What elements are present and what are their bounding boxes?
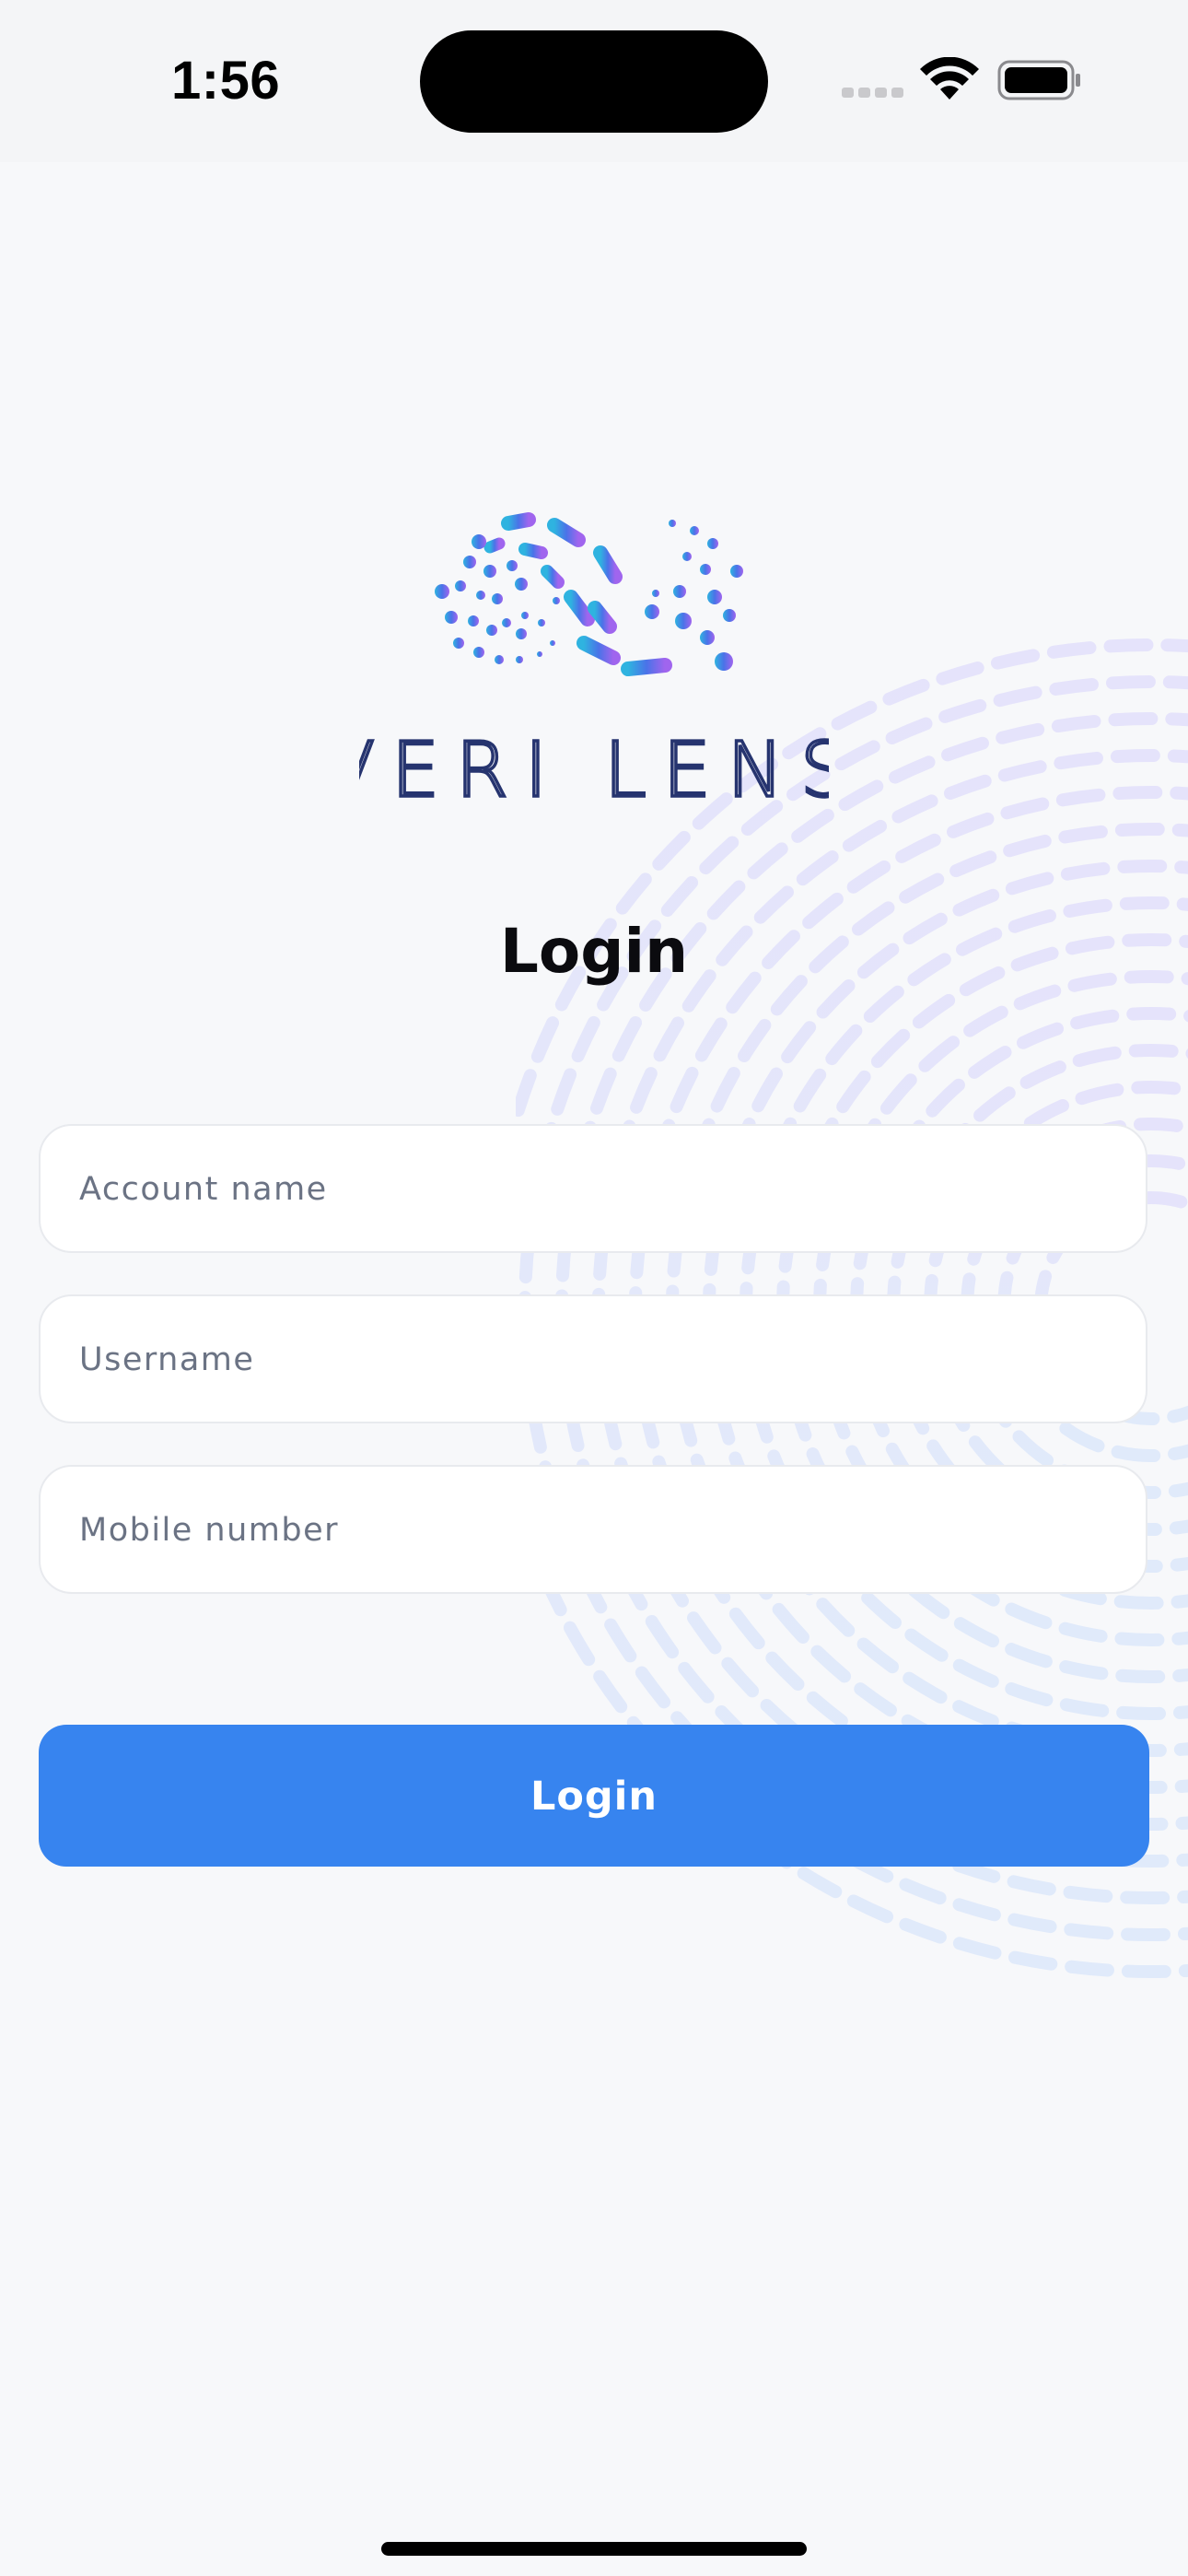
- username-field[interactable]: [39, 1294, 1147, 1423]
- home-indicator[interactable]: [381, 2542, 807, 2556]
- mobile-number-field[interactable]: [39, 1465, 1147, 1594]
- login-screen: 1:56 ERI LEN Login Account name Username…: [0, 0, 1188, 2576]
- status-time: 1:56: [171, 51, 281, 111]
- mobile-number-input[interactable]: [77, 1467, 1112, 1594]
- wifi-icon: [920, 57, 979, 100]
- page-title: Login: [499, 916, 689, 987]
- infinity-dots-logo-icon: [435, 512, 743, 676]
- account-name-input[interactable]: [77, 1126, 1112, 1253]
- battery-icon: [997, 60, 1080, 100]
- status-bar: 1:56: [0, 0, 1188, 162]
- account-name-field[interactable]: [39, 1124, 1147, 1253]
- signal-icon: [842, 88, 906, 99]
- username-input[interactable]: [77, 1296, 1112, 1423]
- brand-wordmark: VERI LENS: [359, 733, 829, 803]
- login-button[interactable]: Login: [39, 1725, 1149, 1867]
- dynamic-island: [420, 30, 768, 133]
- svg-text:VERI LENS: VERI LENS: [359, 733, 829, 803]
